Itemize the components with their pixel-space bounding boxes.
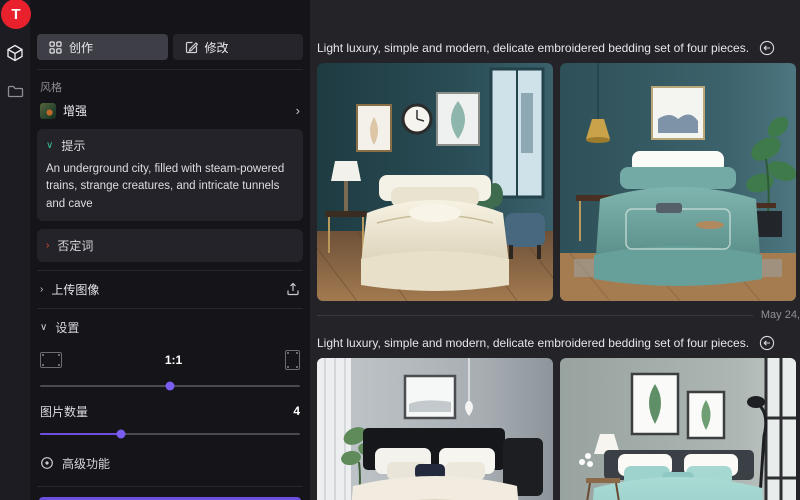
image-count-slider-fill xyxy=(40,433,121,435)
date-separator: May 24, xyxy=(317,309,800,321)
aspect-ratio-slider[interactable] xyxy=(40,385,300,387)
gallery-area: Light luxury, simple and modern, delicat… xyxy=(310,0,800,500)
chevron-right-icon: › xyxy=(46,240,49,251)
generation-caption: Light luxury, simple and modern, delicat… xyxy=(317,41,749,55)
generation-caption: Light luxury, simple and modern, delicat… xyxy=(317,336,749,350)
tab-create[interactable]: 创作 xyxy=(37,34,168,60)
image-count-row: 图片数量 4 xyxy=(37,391,303,420)
style-selector[interactable]: 增强 › xyxy=(37,100,303,129)
left-rail: T xyxy=(0,0,30,500)
generated-image-row xyxy=(317,358,800,500)
prompt-box[interactable]: ∨ 提示 An underground city, filled with st… xyxy=(37,129,303,221)
prompt-label: 提示 xyxy=(61,137,85,154)
image-count-label: 图片数量 xyxy=(40,403,293,420)
advanced-features-row[interactable]: 高级功能 xyxy=(37,439,303,487)
upload-icon[interactable] xyxy=(286,282,300,296)
chevron-down-icon: ∨ xyxy=(46,140,53,151)
chevron-right-icon: › xyxy=(40,284,43,295)
landscape-ratio-icon[interactable] xyxy=(40,352,62,368)
aspect-ratio-value: 1:1 xyxy=(62,353,285,367)
image-count-slider[interactable] xyxy=(40,433,300,435)
tab-modify[interactable]: 修改 xyxy=(173,34,304,60)
mode-tabs: 创作 修改 xyxy=(37,34,303,70)
reuse-prompt-icon[interactable] xyxy=(759,335,775,351)
folder-icon[interactable] xyxy=(0,84,30,99)
negative-label: 否定词 xyxy=(57,237,93,254)
user-avatar[interactable]: T xyxy=(1,0,31,29)
generated-image-2[interactable] xyxy=(560,63,796,301)
generated-image-row xyxy=(317,63,800,301)
chevron-right-icon: › xyxy=(296,104,300,117)
generation-group-header: Light luxury, simple and modern, delicat… xyxy=(317,335,800,351)
upload-label: 上传图像 xyxy=(51,281,278,298)
settings-label: 设置 xyxy=(55,319,79,336)
advanced-features-label: 高级功能 xyxy=(62,455,110,472)
prompt-text[interactable]: An underground city, filled with steam-p… xyxy=(46,161,294,213)
generation-panel: 创作 修改 风格 增强 › ∨ 提示 An underground city, … xyxy=(30,0,310,500)
workspace-cube-icon[interactable] xyxy=(0,44,30,62)
chevron-down-icon: ∨ xyxy=(40,322,47,333)
generated-image-1[interactable] xyxy=(317,63,553,301)
portrait-ratio-icon[interactable] xyxy=(285,350,300,370)
aspect-ratio-row: 1:1 xyxy=(37,340,303,372)
image-count-slider-thumb[interactable] xyxy=(116,429,125,438)
eye-icon xyxy=(40,456,54,470)
tab-create-label: 创作 xyxy=(69,39,93,56)
generated-image-4[interactable] xyxy=(560,358,796,500)
reuse-prompt-icon[interactable] xyxy=(759,40,775,56)
tab-modify-label: 修改 xyxy=(205,39,229,56)
negative-prompt-box[interactable]: › 否定词 xyxy=(37,229,303,262)
divider xyxy=(317,315,753,316)
style-thumbnail xyxy=(40,103,56,119)
generation-group-header: Light luxury, simple and modern, delicat… xyxy=(317,40,800,56)
date-label: May 24, xyxy=(761,309,800,321)
image-count-value: 4 xyxy=(293,404,300,418)
style-section-label: 风格 xyxy=(40,79,300,95)
app-window: T 创作 xyxy=(0,0,800,500)
upload-image-row[interactable]: › 上传图像 xyxy=(37,270,303,309)
generated-image-3[interactable] xyxy=(317,358,553,500)
settings-header[interactable]: ∨ 设置 xyxy=(37,309,303,340)
aspect-ratio-slider-thumb[interactable] xyxy=(166,381,175,390)
style-selected-value: 增强 xyxy=(63,102,289,119)
